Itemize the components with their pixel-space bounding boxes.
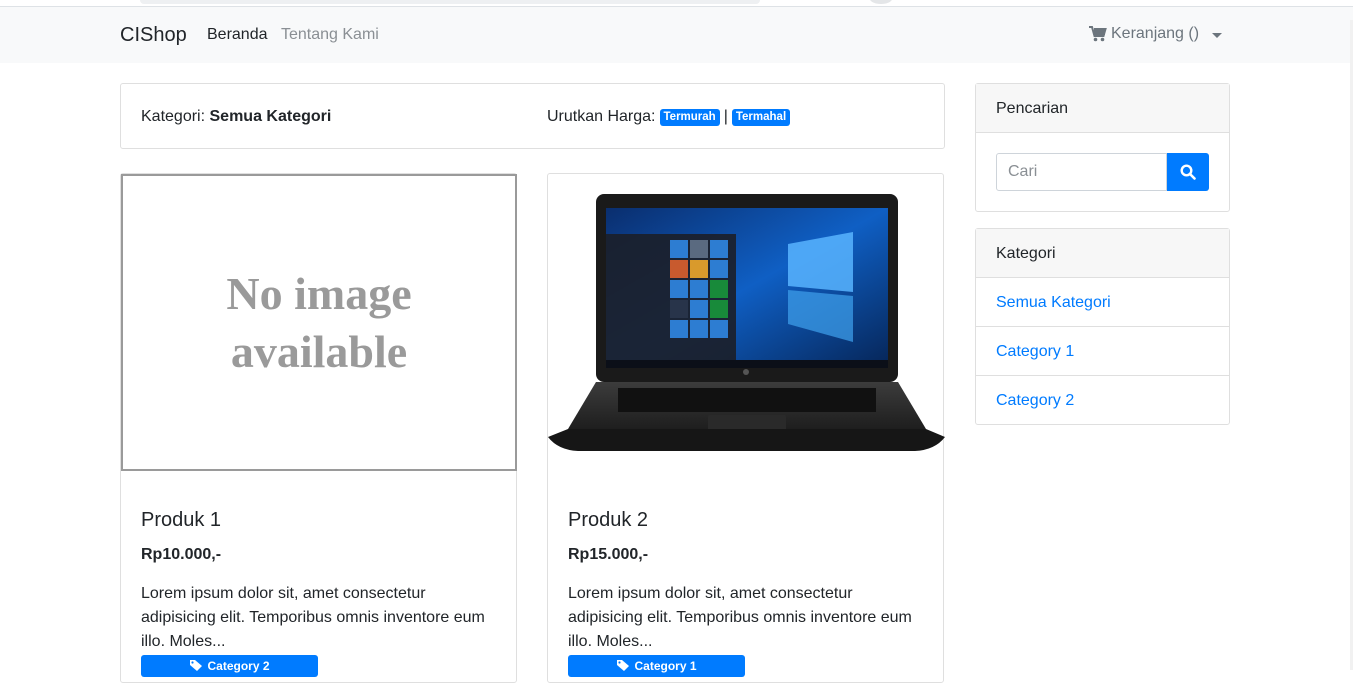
- search-panel-header: Pencarian: [976, 84, 1229, 133]
- search-button[interactable]: [1167, 153, 1209, 191]
- no-image-text: No image available: [226, 267, 412, 377]
- product-category-label: Category 2: [207, 659, 270, 673]
- product-description: Lorem ipsum dolor sit, amet consectetur …: [568, 585, 912, 650]
- search-icon: [1180, 164, 1196, 180]
- search-panel: Pencarian: [975, 83, 1230, 212]
- sort-separator: |: [723, 108, 728, 125]
- product-card: Produk 2 Rp15.000,- Lorem ipsum dolor si…: [547, 173, 945, 683]
- nav-link-beranda[interactable]: Beranda: [207, 26, 268, 44]
- brand-link[interactable]: CIShop: [120, 24, 187, 47]
- search-input[interactable]: [996, 153, 1167, 191]
- category-panel-header: Kategori: [976, 229, 1229, 278]
- category-item-semua-kategori[interactable]: Semua Kategori: [976, 278, 1229, 327]
- sort-prefix: Urutkan Harga:: [547, 108, 656, 125]
- price-sort: Urutkan Harga: Termurah | Termahal: [547, 108, 791, 126]
- active-category: Kategori: Semua Kategori: [141, 108, 331, 126]
- product-body: Produk 1 Rp10.000,- Lorem ipsum dolor si…: [141, 509, 501, 654]
- product-category-label: Category 1: [634, 659, 697, 673]
- cart-label: Keranjang (): [1111, 25, 1200, 42]
- category-value: Semua Kategori: [209, 108, 332, 125]
- category-item-category-2[interactable]: Category 2: [976, 376, 1229, 425]
- cart-icon: [1089, 26, 1107, 42]
- sort-expensive-button[interactable]: Termahal: [731, 108, 791, 126]
- nav-link-tentang-kami[interactable]: Tentang Kami: [281, 26, 379, 44]
- search-form: [996, 153, 1210, 191]
- cart-dropdown[interactable]: Keranjang (): [1089, 25, 1199, 43]
- sort-cheapest-button[interactable]: Termurah: [659, 108, 720, 126]
- category-item-category-1[interactable]: Category 1: [976, 327, 1229, 376]
- product-category-button[interactable]: Category 1: [568, 655, 745, 677]
- product-description: Lorem ipsum dolor sit, amet consectetur …: [141, 585, 485, 650]
- product-card: No image available Produk 1 Rp10.000,- L…: [120, 173, 517, 683]
- laptop-image: [548, 194, 945, 451]
- browser-button-ghost: [870, 0, 892, 4]
- category-prefix: Kategori:: [141, 108, 206, 125]
- chevron-down-icon[interactable]: [1212, 33, 1222, 38]
- tag-icon: [190, 660, 203, 671]
- product-body: Produk 2 Rp15.000,- Lorem ipsum dolor si…: [568, 509, 928, 654]
- product-image-placeholder[interactable]: No image available: [121, 174, 517, 471]
- category-panel: Kategori Semua Kategori Category 1 Categ…: [975, 228, 1230, 425]
- product-title[interactable]: Produk 1: [141, 509, 501, 532]
- browser-top-edge: [0, 0, 1353, 7]
- filter-bar: Kategori: Semua Kategori Urutkan Harga: …: [120, 83, 945, 149]
- tag-icon: [617, 660, 630, 671]
- product-title[interactable]: Produk 2: [568, 509, 928, 532]
- product-image[interactable]: [548, 174, 945, 471]
- product-price: Rp10.000,-: [141, 546, 222, 563]
- navbar: CIShop Beranda Tentang Kami Keranjang (): [0, 7, 1353, 63]
- browser-bar-ghost: [140, 0, 760, 4]
- product-price: Rp15.000,-: [568, 546, 649, 563]
- product-category-button[interactable]: Category 2: [141, 655, 318, 677]
